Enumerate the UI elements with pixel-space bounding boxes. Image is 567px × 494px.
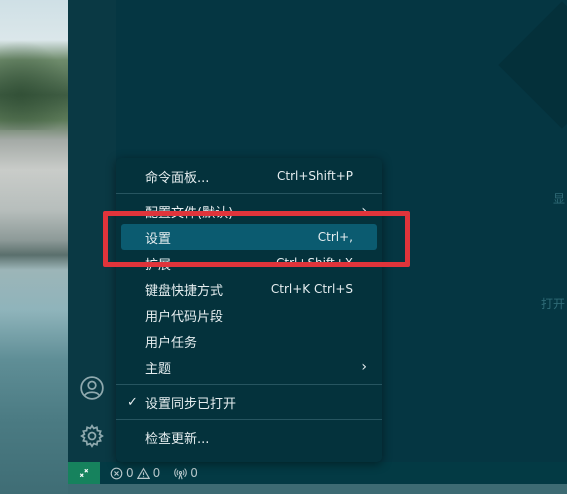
desktop-wallpaper-bottom xyxy=(68,484,567,494)
menu-item-command-palette[interactable]: 命令面板... Ctrl+Shift+P xyxy=(121,163,377,189)
warning-icon xyxy=(136,466,150,479)
error-icon xyxy=(110,467,123,479)
activity-bar xyxy=(68,0,116,462)
menu-item-label: 命令面板... xyxy=(145,170,210,186)
menu-item-label: 检查更新... xyxy=(145,431,210,447)
menu-item-label: 设置 xyxy=(145,231,172,247)
welcome-hint-2: 打开 xyxy=(540,297,565,311)
menu-item-shortcut: Ctrl+, xyxy=(317,230,353,244)
chevron-right-icon: › xyxy=(361,359,367,375)
menu-item-extensions[interactable]: 扩展 Ctrl+Shift+X xyxy=(121,250,377,276)
menu-item-settings[interactable]: 设置 Ctrl+, xyxy=(121,224,377,250)
editor-watermark-logo xyxy=(498,1,567,129)
menu-item-check-updates[interactable]: 检查更新... xyxy=(121,424,377,450)
check-icon: ✓ xyxy=(127,394,138,410)
menu-item-user-tasks[interactable]: 用户任务 xyxy=(121,328,377,354)
ports-count: 0 xyxy=(190,466,198,480)
broadcast-icon xyxy=(174,467,188,479)
problems-status[interactable]: 0 0 xyxy=(110,466,160,480)
menu-item-label: 用户代码片段 xyxy=(145,309,224,325)
welcome-hint-1: 显 xyxy=(552,192,565,206)
menu-item-label: 设置同步已打开 xyxy=(145,396,237,412)
ports-status[interactable]: 0 xyxy=(174,466,198,480)
status-bar: 0 0 0 xyxy=(68,462,567,484)
menu-item-themes[interactable]: 主题 › xyxy=(121,354,377,380)
error-count: 0 xyxy=(126,466,134,480)
menu-item-shortcut: Ctrl+Shift+P xyxy=(277,169,353,183)
menu-item-shortcut: Ctrl+Shift+X xyxy=(276,256,353,270)
remote-indicator-button[interactable] xyxy=(68,462,100,484)
chevron-right-icon: › xyxy=(361,203,367,219)
menu-divider xyxy=(116,419,382,420)
menu-item-label: 键盘快捷方式 xyxy=(145,283,224,299)
remote-icon xyxy=(79,468,89,478)
menu-item-user-snippets[interactable]: 用户代码片段 xyxy=(121,302,377,328)
warning-count: 0 xyxy=(152,466,161,480)
manage-context-menu: 命令面板... Ctrl+Shift+P 配置文件(默认) › 设置 Ctrl+… xyxy=(116,158,382,462)
menu-item-label: 配置文件(默认) xyxy=(145,205,234,221)
menu-item-shortcut: Ctrl+K Ctrl+S xyxy=(270,282,353,296)
menu-item-label: 用户任务 xyxy=(145,335,198,351)
menu-item-keyboard-shortcuts[interactable]: 键盘快捷方式 Ctrl+K Ctrl+S xyxy=(121,276,377,302)
menu-item-profiles[interactable]: 配置文件(默认) › xyxy=(121,198,377,224)
menu-divider xyxy=(116,193,382,194)
account-icon[interactable] xyxy=(78,374,106,402)
menu-divider xyxy=(116,384,382,385)
menu-item-settings-sync[interactable]: ✓ 设置同步已打开 xyxy=(121,389,377,415)
gear-icon[interactable] xyxy=(78,422,106,450)
desktop-wallpaper xyxy=(0,0,70,494)
menu-item-label: 主题 xyxy=(145,361,172,377)
menu-item-label: 扩展 xyxy=(145,257,172,273)
